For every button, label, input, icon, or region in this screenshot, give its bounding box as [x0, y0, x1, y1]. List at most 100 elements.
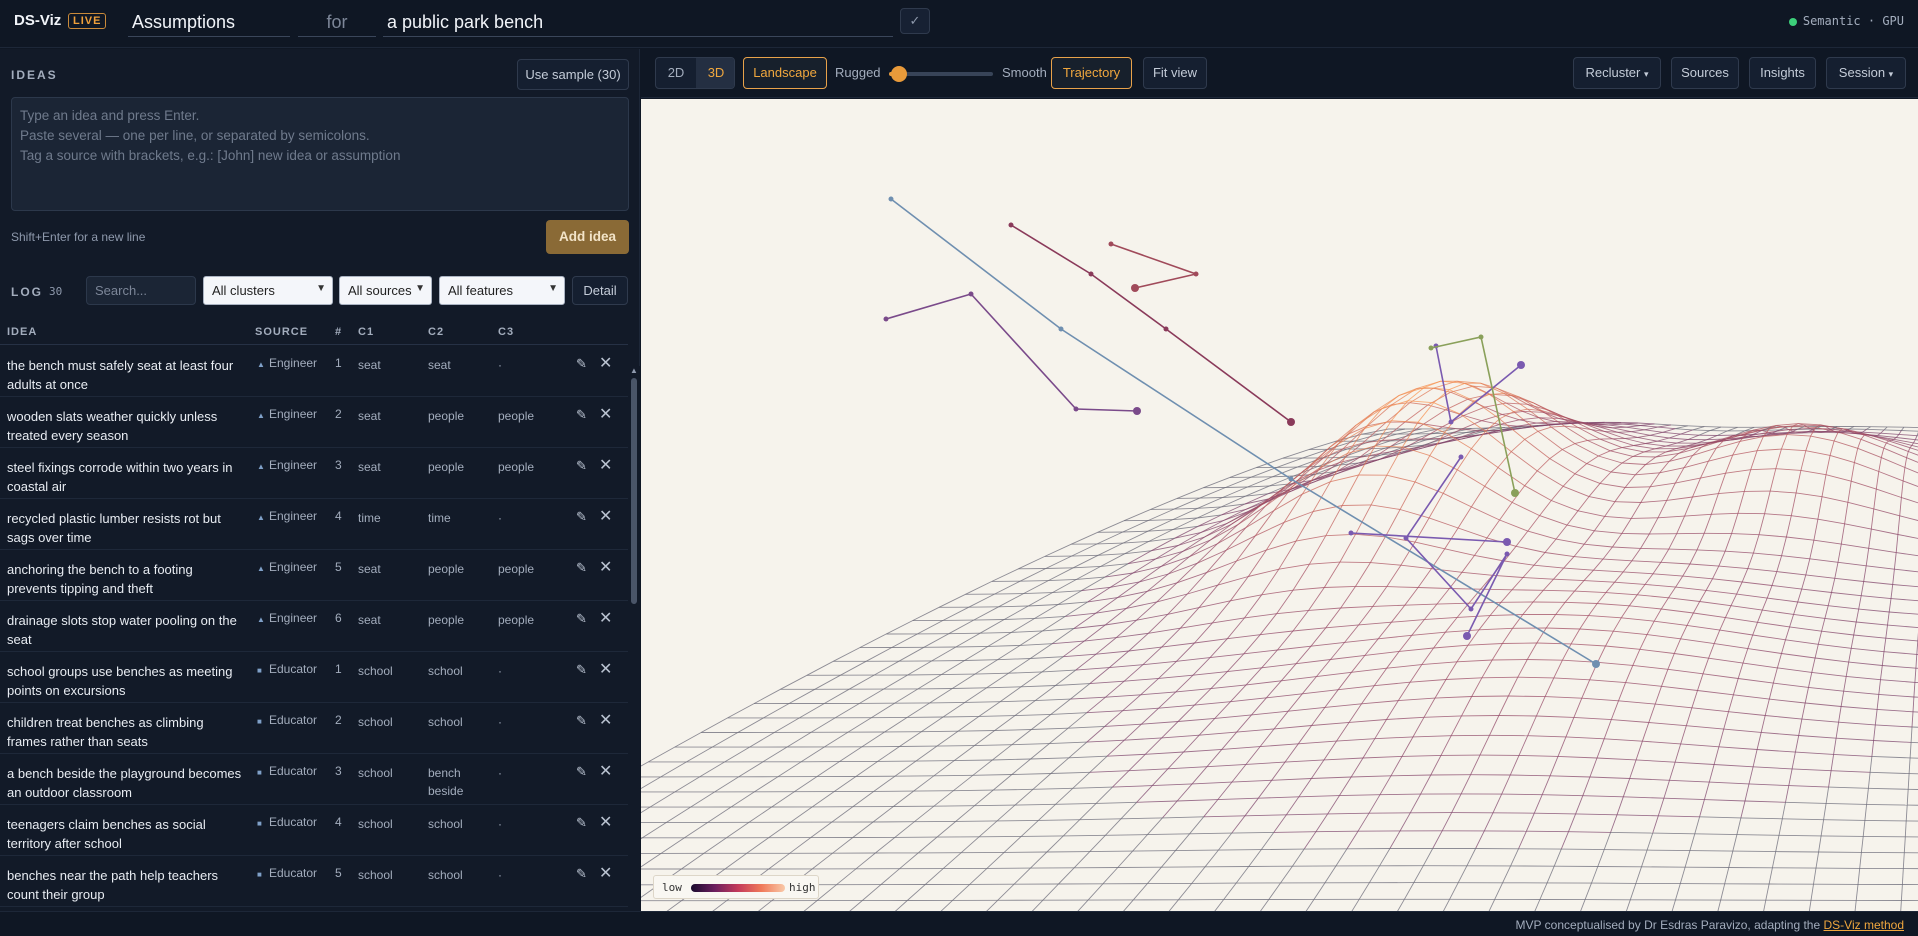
delete-icon[interactable]: ✕ — [599, 506, 612, 526]
detail-button[interactable]: Detail — [572, 276, 628, 305]
idea-point[interactable] — [1008, 222, 1014, 228]
delete-icon[interactable]: ✕ — [599, 710, 612, 730]
col-c1[interactable]: C1 — [358, 326, 374, 338]
sources-button[interactable]: Sources — [1671, 57, 1739, 89]
landscape-3d-view[interactable]: low high — [641, 99, 1918, 911]
idea-point[interactable] — [1133, 407, 1141, 415]
sources-select[interactable]: All sources ▼ — [339, 276, 432, 305]
log-scrollbar[interactable]: ▲ ▼ — [628, 366, 640, 936]
idea-point[interactable] — [1131, 284, 1139, 292]
landscape-canvas[interactable] — [641, 99, 1918, 911]
fit-view-button[interactable]: Fit view — [1143, 57, 1207, 89]
recluster-button[interactable]: Recluster ▾ — [1573, 57, 1661, 89]
ds-viz-method-link[interactable]: DS-Viz method — [1824, 918, 1904, 932]
clusters-select[interactable]: All clusters ▼ — [203, 276, 333, 305]
scroll-up-icon[interactable]: ▲ — [629, 366, 639, 376]
idea-point[interactable] — [1428, 345, 1434, 351]
col-c2[interactable]: C2 — [428, 326, 444, 338]
idea-point[interactable] — [1504, 551, 1510, 557]
confirm-button[interactable]: ✓ — [900, 8, 930, 34]
idea-point[interactable] — [1193, 271, 1199, 277]
table-row[interactable]: drainage slots stop water pooling on the… — [0, 601, 628, 652]
delete-icon[interactable]: ✕ — [599, 404, 612, 424]
idea-point[interactable] — [1448, 419, 1454, 425]
idea-point[interactable] — [1088, 271, 1094, 277]
add-idea-button[interactable]: Add idea — [546, 220, 629, 254]
edit-icon[interactable]: ✎ — [576, 560, 587, 576]
trajectory-line[interactable] — [1110, 243, 1199, 289]
grid-line — [1192, 671, 1228, 676]
mode-2d-button[interactable]: 2D — [656, 58, 696, 88]
features-select[interactable]: All features ▼ — [439, 276, 565, 305]
col-num[interactable]: # — [335, 326, 342, 338]
trajectory-line[interactable] — [1404, 456, 1508, 637]
edit-icon[interactable]: ✎ — [576, 866, 587, 882]
edit-icon[interactable]: ✎ — [576, 509, 587, 525]
idea-point[interactable] — [1108, 241, 1114, 247]
delete-icon[interactable]: ✕ — [599, 557, 612, 577]
delete-icon[interactable]: ✕ — [599, 455, 612, 475]
idea-point[interactable] — [1468, 606, 1474, 612]
table-row[interactable]: wooden slats weather quickly unless trea… — [0, 397, 628, 448]
delete-icon[interactable]: ✕ — [599, 761, 612, 781]
idea-point[interactable] — [1463, 632, 1471, 640]
table-row[interactable]: teenagers claim benches as social territ… — [0, 805, 628, 856]
idea-point[interactable] — [1592, 660, 1600, 668]
idea-point[interactable] — [888, 196, 894, 202]
idea-point[interactable] — [1058, 326, 1064, 332]
smoothness-slider[interactable] — [889, 66, 993, 82]
idea-point[interactable] — [1478, 334, 1484, 340]
scroll-thumb[interactable] — [631, 378, 637, 604]
idea-point[interactable] — [1503, 538, 1511, 546]
trajectory-line[interactable] — [1430, 336, 1516, 494]
trajectory-button[interactable]: Trajectory — [1051, 57, 1132, 89]
subject-field[interactable]: a public park bench — [383, 6, 893, 37]
edit-icon[interactable]: ✎ — [576, 815, 587, 831]
title-field[interactable]: Assumptions — [128, 6, 290, 37]
idea-point[interactable] — [1288, 476, 1294, 482]
table-row[interactable]: a bench beside the playground becomes an… — [0, 754, 628, 805]
log-search-input[interactable] — [86, 276, 196, 305]
idea-point[interactable] — [1458, 454, 1464, 460]
delete-icon[interactable]: ✕ — [599, 353, 612, 373]
delete-icon[interactable]: ✕ — [599, 659, 612, 679]
slider-handle[interactable] — [891, 66, 908, 82]
table-row[interactable]: steel fixings corrode within two years i… — [0, 448, 628, 499]
idea-point[interactable] — [1163, 326, 1169, 332]
edit-icon[interactable]: ✎ — [576, 713, 587, 729]
idea-point[interactable] — [1073, 406, 1079, 412]
table-row[interactable]: school groups use benches as meeting poi… — [0, 652, 628, 703]
session-button[interactable]: Session ▾ — [1826, 57, 1906, 89]
idea-point[interactable] — [883, 316, 889, 322]
edit-icon[interactable]: ✎ — [576, 407, 587, 423]
grid-line — [1714, 643, 1748, 650]
idea-point[interactable] — [1287, 418, 1295, 426]
idea-point[interactable] — [1517, 361, 1525, 369]
edit-icon[interactable]: ✎ — [576, 662, 587, 678]
idea-point[interactable] — [1348, 530, 1354, 536]
edit-icon[interactable]: ✎ — [576, 356, 587, 372]
col-source[interactable]: SOURCE — [255, 326, 308, 338]
use-sample-button[interactable]: Use sample (30) — [517, 59, 629, 90]
trajectory-line[interactable] — [885, 293, 1138, 412]
table-row[interactable]: children treat benches as climbing frame… — [0, 703, 628, 754]
table-row[interactable]: the bench must safely seat at least four… — [0, 346, 628, 397]
table-row[interactable]: benches near the path help teachers coun… — [0, 856, 628, 907]
table-row[interactable]: recycled plastic lumber resists rot but … — [0, 499, 628, 550]
idea-input[interactable] — [11, 97, 629, 211]
delete-icon[interactable]: ✕ — [599, 863, 612, 883]
idea-point[interactable] — [968, 291, 974, 297]
edit-icon[interactable]: ✎ — [576, 764, 587, 780]
landscape-button[interactable]: Landscape — [743, 57, 827, 89]
col-c3[interactable]: C3 — [498, 326, 514, 338]
delete-icon[interactable]: ✕ — [599, 608, 612, 628]
delete-icon[interactable]: ✕ — [599, 812, 612, 832]
edit-icon[interactable]: ✎ — [576, 458, 587, 474]
edit-icon[interactable]: ✎ — [576, 611, 587, 627]
table-row[interactable]: anchoring the bench to a footing prevent… — [0, 550, 628, 601]
idea-point[interactable] — [1511, 489, 1519, 497]
col-idea[interactable]: IDEA — [7, 326, 37, 338]
trajectory-line[interactable] — [1350, 532, 1508, 543]
insights-button[interactable]: Insights — [1749, 57, 1816, 89]
mode-3d-button[interactable]: 3D — [696, 58, 734, 88]
